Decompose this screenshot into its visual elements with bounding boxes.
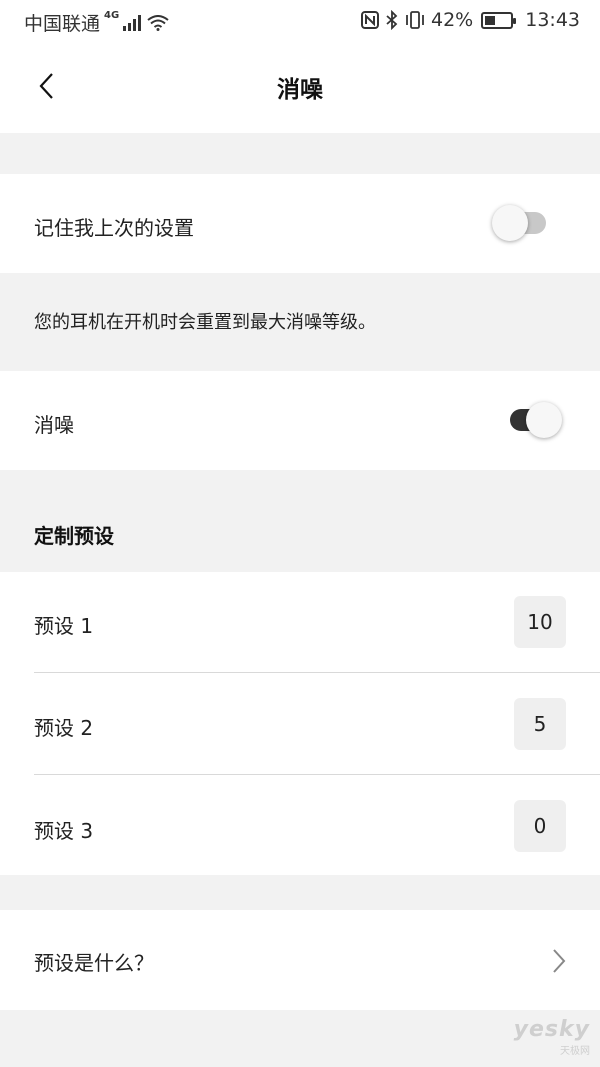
preset-value[interactable]: 10 (514, 596, 566, 648)
remember-setting-row: 记住我上次的设置 (0, 174, 600, 273)
what-is-preset-row[interactable]: 预设是什么？ (0, 910, 600, 1010)
preset-item-1[interactable]: 预设 1 10 (0, 572, 600, 673)
noise-cancel-toggle[interactable] (504, 400, 562, 440)
toggle-knob (526, 402, 562, 438)
nfc-icon (361, 11, 379, 29)
remember-setting-toggle[interactable] (492, 203, 550, 243)
status-right: 42% 13:43 (361, 9, 580, 31)
preset-item-3[interactable]: 预设 3 0 (0, 775, 600, 875)
presets-list: 预设 1 10 预设 2 5 预设 3 0 (0, 572, 600, 875)
screen: 中国联通 4G 42% 13:43 消噪 记住我上次的设置 您的耳机在开机时会重… (0, 0, 600, 1067)
noise-cancel-row: 消噪 (0, 371, 600, 470)
chevron-right-icon (553, 949, 566, 973)
preset-value[interactable]: 0 (514, 800, 566, 852)
preset-label: 预设 3 (34, 819, 94, 843)
network-type: 4G (104, 10, 120, 21)
preset-item-2[interactable]: 预设 2 5 (0, 673, 600, 774)
battery-percent: 42% (431, 9, 474, 31)
vibrate-icon (406, 11, 424, 29)
watermark-logo: yesky (513, 1017, 590, 1042)
what-is-preset-label: 预设是什么？ (34, 951, 154, 975)
page-title: 消噪 (277, 77, 323, 103)
preset-label: 预设 1 (34, 614, 94, 638)
watermark: yesky 天极网 (514, 1017, 590, 1057)
noise-cancel-label: 消噪 (34, 413, 74, 437)
toggle-knob (492, 205, 528, 241)
wifi-icon (147, 14, 169, 31)
signal-bars-icon (123, 14, 142, 31)
status-bar: 中国联通 4G 42% 13:43 (0, 0, 600, 40)
preset-label: 预设 2 (34, 716, 94, 740)
carrier-info: 中国联通 4G (24, 9, 169, 36)
remember-setting-label: 记住我上次的设置 (34, 216, 194, 240)
header: 消噪 (0, 40, 600, 133)
info-text: 您的耳机在开机时会重置到最大消噪等级。 (34, 312, 376, 333)
watermark-sub: 天极网 (560, 1046, 590, 1057)
bluetooth-icon (386, 10, 398, 30)
presets-section-title: 定制预设 (34, 524, 114, 548)
preset-value[interactable]: 5 (514, 698, 566, 750)
battery-icon (481, 11, 517, 29)
battery-fill (485, 15, 496, 25)
carrier-name: 中国联通 (24, 13, 101, 35)
clock: 13:43 (525, 9, 580, 31)
